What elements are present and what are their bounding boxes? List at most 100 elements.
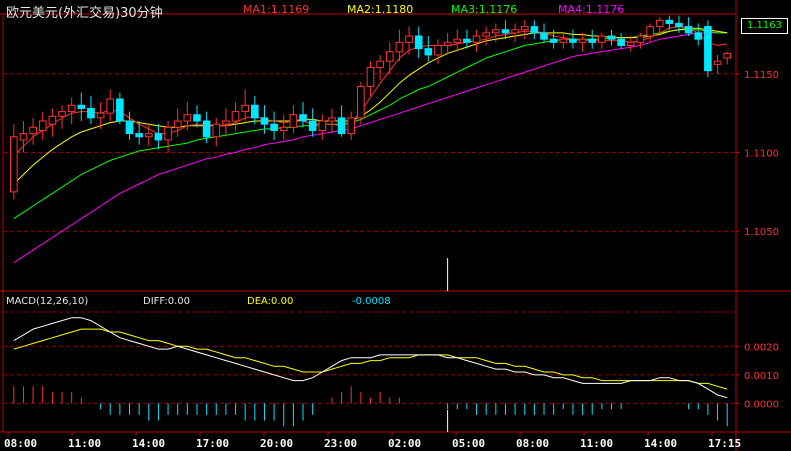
candle-body-up xyxy=(626,41,635,46)
candle-body-up xyxy=(183,114,192,122)
candle xyxy=(212,117,221,147)
candle xyxy=(154,124,163,150)
ma4-label: MA4:1.1176 xyxy=(558,3,625,16)
x-tick-label: 11:00 xyxy=(580,437,613,450)
candle-body-down xyxy=(270,123,278,131)
candle-body-down xyxy=(549,38,558,43)
candle xyxy=(559,32,568,49)
candle-body-up xyxy=(453,38,462,43)
candle-body-up xyxy=(434,44,442,56)
candle xyxy=(222,108,230,137)
ma3-label: MA3:1.1176 xyxy=(451,3,518,16)
candle xyxy=(443,32,452,55)
candle-body-down xyxy=(299,114,307,122)
candle xyxy=(48,108,57,137)
candle xyxy=(251,95,259,125)
candle-body-down xyxy=(424,48,433,56)
candle-body-up xyxy=(173,120,182,128)
candle xyxy=(10,124,18,200)
candle xyxy=(318,114,327,140)
candle-body-up xyxy=(443,41,452,46)
candle-body-down xyxy=(251,104,259,119)
candle-body-up xyxy=(38,120,47,131)
candle xyxy=(723,51,731,65)
candle xyxy=(684,17,693,37)
x-tick-label: 11:00 xyxy=(68,437,101,450)
candle xyxy=(231,102,240,131)
candle xyxy=(626,36,635,52)
candle-body-up xyxy=(376,60,384,69)
candle-body-down xyxy=(617,38,625,46)
candle xyxy=(704,20,712,77)
candle xyxy=(424,36,433,62)
candle xyxy=(540,23,548,43)
macd-tick-label: 0.0020 xyxy=(744,342,779,353)
candle xyxy=(569,29,577,49)
candle-body-up xyxy=(328,117,336,122)
candle xyxy=(655,17,664,33)
candle-body-up xyxy=(222,120,230,125)
candle xyxy=(270,111,278,140)
candle-body-up xyxy=(96,112,105,119)
candle-body-up xyxy=(511,29,519,34)
ma1-label: MA1:1.1169 xyxy=(243,3,310,16)
x-tick-label: 14:00 xyxy=(132,437,165,450)
candle-body-up xyxy=(48,115,57,125)
candle-body-down xyxy=(135,133,143,138)
candle-body-down xyxy=(675,22,683,28)
candle-body-down xyxy=(684,26,693,34)
candle-body-up xyxy=(29,126,37,135)
chart-frame xyxy=(0,0,791,451)
candle xyxy=(482,26,490,46)
candle-body-up xyxy=(655,19,664,28)
candle xyxy=(453,29,462,52)
candle xyxy=(29,117,37,145)
candle-body-up xyxy=(164,126,172,141)
macd-tick-label: 0.0010 xyxy=(744,371,779,382)
candle-body-down xyxy=(540,32,548,40)
candle xyxy=(289,105,298,134)
candle xyxy=(173,108,182,137)
candle-body-up xyxy=(10,136,18,193)
candle-body-up xyxy=(559,38,568,43)
price-tick-label: 1.1050 xyxy=(744,227,779,238)
candle xyxy=(385,42,394,74)
candle-body-up xyxy=(241,104,250,113)
candle-body-down xyxy=(202,120,211,138)
macd-tick-label: 0.0000 xyxy=(744,399,779,410)
candle xyxy=(279,114,288,140)
candle xyxy=(472,29,481,52)
candle-body-up xyxy=(723,52,731,59)
candle xyxy=(607,29,616,46)
candle-body-up xyxy=(289,114,298,128)
ma2-label: MA2:1.1180 xyxy=(347,3,414,16)
candles xyxy=(10,15,731,291)
candle xyxy=(578,32,587,52)
candle xyxy=(67,97,76,125)
candle xyxy=(588,29,597,49)
candle-body-down xyxy=(87,107,95,119)
x-axis-ticks: 08:00 11:00 14:00 17:00 20:00 23:00 02:00 05:00… xyxy=(4,432,741,450)
candle xyxy=(87,95,95,125)
candle-body-up xyxy=(472,35,481,43)
candle-body-down xyxy=(414,35,423,50)
candle xyxy=(164,121,172,153)
price-tick-label: 1.1100 xyxy=(744,149,779,160)
candle xyxy=(106,89,115,122)
candle-body-down xyxy=(193,114,201,122)
macd-diff-label: DIFF:0.00 xyxy=(143,296,191,307)
candle-body-up xyxy=(713,60,722,65)
macd-dea-label: DEA:0.00 xyxy=(247,296,294,307)
x-tick-label: 08:00 xyxy=(4,437,37,450)
candle-body-up xyxy=(598,35,606,43)
candle-body-up xyxy=(58,111,66,117)
x-tick-label: 17:15 xyxy=(708,437,741,450)
candle xyxy=(530,20,539,40)
candle xyxy=(463,29,471,49)
chart-canvas: 1.1150 1.1100 1.1050 0.0020 0.0010 0.0000 08:… xyxy=(0,0,791,451)
candle-body-up xyxy=(520,26,529,31)
candle xyxy=(646,23,654,43)
candle xyxy=(19,121,28,153)
candle-body-down xyxy=(337,117,346,135)
candle xyxy=(328,108,336,134)
